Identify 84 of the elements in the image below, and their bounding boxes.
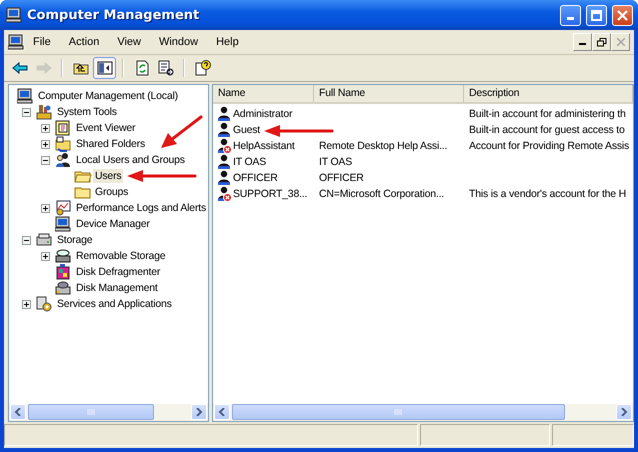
expand-toggle-icon[interactable] (41, 124, 50, 132)
event-log-icon (55, 120, 71, 136)
document-arrow-icon (158, 60, 174, 76)
user-name[interactable]: Guest (233, 124, 260, 136)
maximize-icon (591, 10, 602, 20)
maximize-button[interactable] (586, 4, 607, 26)
user-name[interactable]: IT OAS (233, 156, 266, 168)
drive-icon (55, 248, 71, 264)
column-header[interactable]: Full Name (314, 85, 464, 102)
scroll-left-button[interactable] (10, 404, 26, 420)
tree-item[interactable]: Disk Defragmenter (74, 265, 162, 279)
window-title: Computer Management (27, 8, 200, 22)
menu-item[interactable]: Help (207, 34, 248, 50)
full-name: IT OAS (319, 156, 352, 168)
tree-item[interactable]: Computer Management (Local) (36, 89, 180, 103)
chevron-left-icon (14, 408, 22, 416)
close-icon (616, 38, 624, 46)
computer-icon (17, 88, 33, 104)
services-icon (36, 296, 52, 312)
tree-item[interactable]: System Tools (55, 105, 119, 119)
collapse-toggle-icon[interactable] (41, 156, 50, 164)
user-description: This is a vendor's account for the H (469, 188, 626, 200)
tree-item[interactable]: Local Users and Groups (74, 153, 187, 167)
expand-toggle-icon[interactable] (22, 300, 31, 308)
help-icon (194, 60, 210, 76)
tree-item[interactable]: Event Viewer (74, 121, 138, 135)
scrollbar-thumb[interactable] (232, 404, 565, 420)
app-menu-icon[interactable] (8, 34, 24, 50)
scroll-right-button[interactable] (191, 404, 207, 420)
forward-arrow-icon (36, 60, 52, 76)
user-description: Account for Providing Remote Assis (469, 140, 630, 152)
refresh-icon (134, 60, 150, 76)
full-name: OFFICER (319, 172, 364, 184)
scroll-right-button[interactable] (616, 404, 632, 420)
tree-item[interactable]: Disk Management (74, 281, 160, 295)
tree-item[interactable]: Device Manager (74, 217, 152, 231)
collapse-toggle-icon[interactable] (22, 236, 31, 244)
menu-item[interactable]: Window (150, 34, 208, 50)
full-name: Remote Desktop Help Assi... (319, 140, 448, 152)
column-header[interactable]: Name (213, 85, 314, 102)
menu-item[interactable]: File (24, 34, 60, 50)
tree-item[interactable]: Performance Logs and Alerts (74, 201, 208, 215)
close-icon (617, 10, 628, 20)
minimize-icon (567, 16, 574, 20)
column-header[interactable]: Description (464, 85, 633, 102)
tree-item[interactable]: Storage (55, 233, 94, 247)
grip-icon (394, 409, 403, 415)
expand-toggle-icon[interactable] (41, 252, 50, 260)
user-description: Built-in account for administering th (469, 108, 626, 120)
tree-toggle-button[interactable] (93, 57, 116, 79)
panel-icon (96, 60, 112, 76)
close-button[interactable] (612, 4, 633, 26)
user-name[interactable]: Administrator (233, 108, 292, 120)
chevron-right-icon (620, 408, 628, 416)
restore-icon (596, 38, 606, 46)
users-icon (55, 152, 71, 168)
minimize-button[interactable] (573, 33, 592, 51)
restore-button[interactable] (592, 33, 611, 51)
tree-item[interactable]: Groups (93, 185, 130, 199)
back-arrow-icon (12, 60, 28, 76)
device-manager-icon (55, 216, 71, 232)
expand-toggle-icon[interactable] (41, 140, 50, 148)
chevron-left-icon (218, 408, 226, 416)
tree-item[interactable]: Removable Storage (74, 249, 168, 263)
tree-item[interactable]: Shared Folders (74, 137, 147, 151)
disk-icon (55, 280, 71, 296)
storage-icon (36, 232, 52, 248)
menu-item[interactable]: Action (60, 34, 108, 50)
collapse-toggle-icon[interactable] (22, 108, 31, 116)
chevron-right-icon (195, 408, 203, 416)
grip-icon (86, 409, 96, 415)
scroll-left-button[interactable] (214, 404, 230, 420)
tree-item[interactable]: Services and Applications (55, 297, 174, 311)
menu-item[interactable]: View (108, 34, 150, 50)
user-name[interactable]: OFFICER (233, 172, 278, 184)
app-icon (6, 7, 22, 23)
shared-folder-icon (55, 136, 71, 152)
full-name: CN=Microsoft Corporation... (319, 188, 444, 200)
toolbox-icon (36, 104, 52, 120)
scrollbar-thumb[interactable] (28, 404, 154, 420)
defragmenter-icon (55, 264, 71, 280)
chart-icon (55, 200, 71, 216)
expand-toggle-icon[interactable] (41, 204, 50, 212)
user-description: Built-in account for guest access to (469, 124, 625, 136)
